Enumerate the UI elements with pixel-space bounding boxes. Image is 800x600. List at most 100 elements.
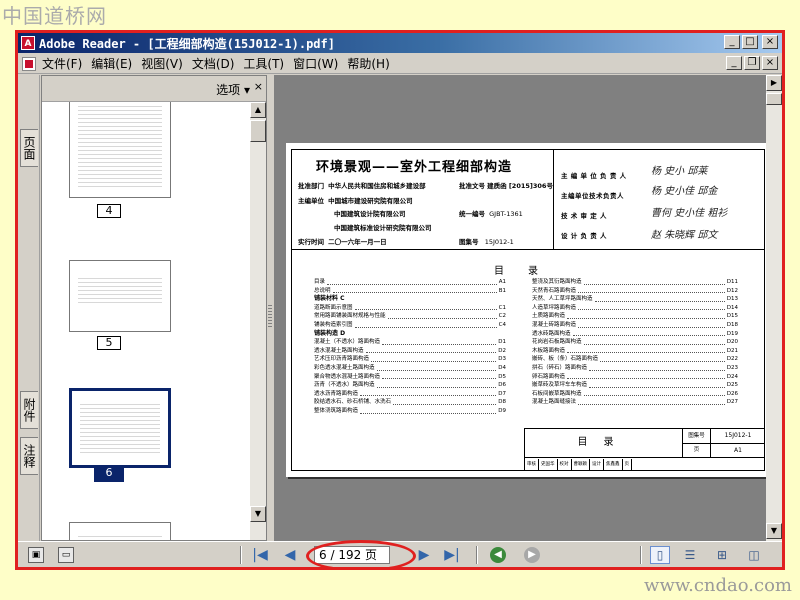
menu-file[interactable]: 文件(F) [42,55,91,72]
toc-entry: 透水砖路面构造 D19 [532,330,738,339]
toc-entry-title: 透水沥青路面构造 [314,390,359,397]
footer-atlas-no: 15J012-1 [711,429,765,444]
approve-doc-label: 批准文号 [459,182,485,190]
toc-entry: 整浇及其衍路面构造 D11 [532,278,738,287]
toc-entry-title: 铺装材料 C [314,295,345,303]
collapse-panel-icon[interactable]: ▭ [58,547,74,563]
menu-bar: 文件(F) 编辑(E) 视图(V) 文档(D) 工具(T) 窗口(W) 帮助(H… [18,54,782,74]
scroll-down-icon[interactable]: ▼ [250,506,266,522]
toc-entry-code: D5 [498,373,506,380]
menu-window[interactable]: 窗口(W) [293,55,347,72]
scroll-down-icon[interactable]: ▼ [766,523,782,539]
toc-entry-code: D2 [498,347,506,354]
panel-scrollbar[interactable]: ▲ ▼ [250,102,266,540]
toc-entry-code: D22 [726,356,738,363]
menu-document[interactable]: 文档(D) [192,55,244,72]
thumbnail-page-6-selected[interactable] [69,388,171,468]
toc-entry-code: D24 [726,373,738,380]
toc-entry-title: 总说明 [314,287,331,294]
menu-view[interactable]: 视图(V) [141,55,192,72]
menu-edit[interactable]: 编辑(E) [91,55,141,72]
panel-close-icon[interactable]: × [254,80,263,93]
scroll-up-icon[interactable]: ▶ [766,75,782,91]
tab-attachments[interactable]: 附件 [20,391,38,429]
toc-entry-code: A1 [498,279,506,285]
single-page-view-icon[interactable]: ▯ [650,546,670,564]
title-bar[interactable]: A Adobe Reader - [工程细部构造(15J012-1).pdf] … [18,33,782,53]
doc-minimize-button[interactable]: _ [726,56,742,70]
toc-entry-title: 胶结透水石、砂石桥铺、水洗石 [314,399,392,406]
toc-entry-title: 彩色透水混凝土路面构造 [314,364,375,371]
handwritten-signature: 赵 朱晓辉 邱文 [651,230,718,241]
doc-close-button[interactable]: × [762,56,778,70]
toc-left: 目录 A1 总说明 B1 铺装材料 C 道路断面示意图 C1 常用路面铺装面材规格与性能 C2 铺… [314,278,506,416]
thumbnail-label[interactable]: 5 [97,336,121,350]
document-scrollbar[interactable]: ▶ ▼ [766,75,782,541]
editor-3: 中国建筑标准设计研究院有限公司 [334,224,432,232]
thumbnail-label[interactable]: 4 [97,204,121,218]
last-page-button[interactable]: ▶| [442,546,462,564]
toc-entry: 整体浇筑路面构造 D9 [314,407,506,416]
toc-entry-code: D7 [498,390,506,397]
first-page-button[interactable]: |◀ [250,546,270,564]
sig-row-design: 设 计 负 责 人 [561,232,608,240]
acrobat-app-icon[interactable]: A [21,36,35,50]
toc-entry-code: D13 [726,296,738,303]
back-view-button[interactable]: ◀ [490,547,506,563]
atlas-no-label: 图集号 [459,238,479,246]
toc-entry-title: 天然、人工草坪路面构造 [532,296,593,303]
thumbnail-page-5[interactable] [69,260,171,332]
document-icon[interactable] [22,56,36,71]
toc-entry-title: 花岗岩石板路面构造 [532,339,582,346]
thumbnail-list[interactable]: 4 5 6 [42,102,250,540]
menu-tools[interactable]: 工具(T) [243,55,293,72]
page-layout-icon[interactable]: ▣ [28,547,44,563]
toc-entry-title: 艺术压印沥青路面构造 [314,356,370,363]
toc-entry: 胶结透水石、砂石桥铺、水洗石 D8 [314,398,506,407]
toc-entry: 木板路面构造 D21 [532,347,738,356]
footer-title: 目录 [525,429,683,458]
minimize-button[interactable]: _ [724,35,740,49]
menu-help[interactable]: 帮助(H) [347,55,398,72]
toc-right: 整浇及其衍路面构造 D11 天然青石路面构造 D12 天然、人工草坪路面构造 D13 人造草… [532,278,738,407]
footer-sig-cell: 史国华 [539,459,558,471]
previous-page-button[interactable]: ◀ [280,546,300,564]
thumbnail-label[interactable]: 6 [94,466,124,482]
sig-row-tech: 主编单位技术负责人 [561,192,624,200]
next-page-button[interactable]: ▶ [414,546,434,564]
navigation-tabs: 页面 附件 注释 [18,75,40,541]
document-view[interactable]: 环境景观——室外工程细部构造 批准部门 中华人民共和国住房和城乡建设部 批准文号… [274,75,766,541]
toc-entry-title: 透水砖路面构造 [532,330,571,337]
forward-view-button[interactable]: ▶ [524,547,540,563]
continuous-view-icon[interactable]: ☰ [680,546,700,564]
scroll-thumb[interactable] [766,93,782,105]
doc-restore-button[interactable]: ❐ [744,56,760,70]
options-button[interactable]: 选项 ▾ [216,81,250,98]
uniform-no-label: 统一编号 [459,210,485,218]
toc-entry-code: D19 [726,330,738,337]
toc-entry: 沥青（不透水）路面构造 D6 [314,381,506,390]
window-title: Adobe Reader - [工程细部构造(15J012-1).pdf] [39,36,335,51]
toc-entry-title: 常用路面铺装面材规格与性能 [314,313,386,320]
document-title: 环境景观——室外工程细部构造 [316,160,513,175]
maximize-button[interactable]: □ [742,35,758,49]
approve-doc: 建质函 [2015]306号 [487,182,553,190]
tab-comments[interactable]: 注释 [20,437,38,475]
toc-entry: 总说明 B1 [314,287,506,296]
tab-pages[interactable]: 页面 [20,129,38,167]
thumbnail-page-4[interactable] [69,102,171,198]
toc-entry-title: 木板路面构造 [532,347,566,354]
facing-view-icon[interactable]: ⊞ [712,546,732,564]
sig-row-chief: 主 编 单 位 负 责 人 [561,172,627,180]
close-button[interactable]: × [762,35,778,49]
panel-splitter[interactable] [267,75,273,541]
scroll-up-icon[interactable]: ▲ [250,102,266,118]
toc-entry-title: 道路断面示意图 [314,304,353,311]
toc-entry-code: D4 [498,364,506,371]
thumbnail-page-7[interactable] [69,522,171,540]
continuous-facing-view-icon[interactable]: ◫ [744,546,764,564]
uniform-no: GJBT-1361 [489,210,523,218]
panel-header: 选项 ▾ × [42,76,266,102]
impl-date: 二〇一六年一月一日 [328,238,387,246]
scroll-thumb[interactable] [250,120,266,142]
